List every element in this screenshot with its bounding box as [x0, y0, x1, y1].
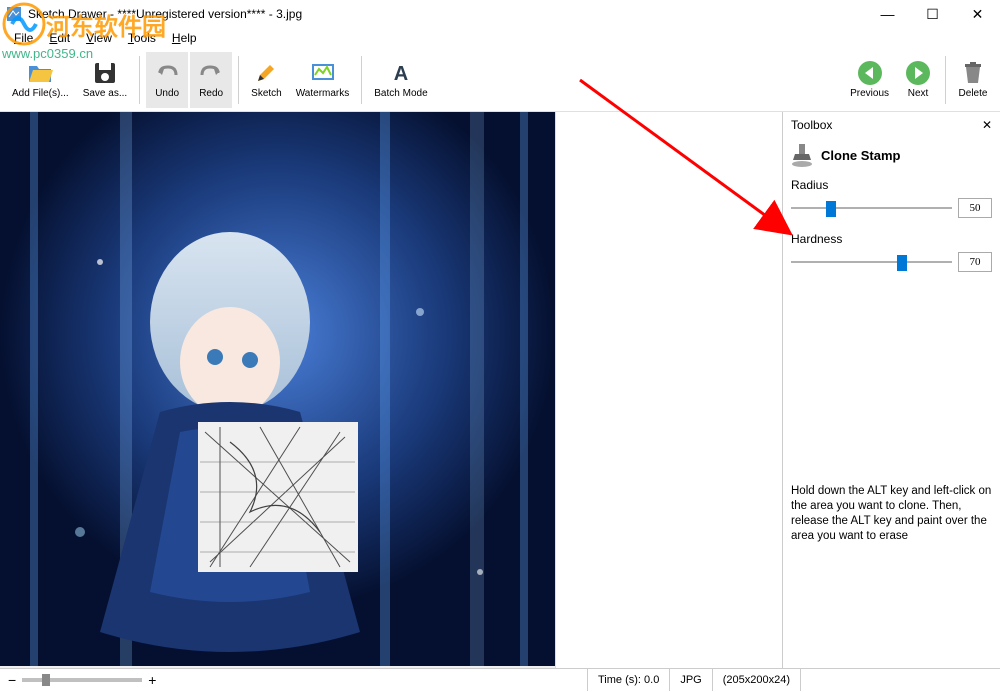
save-as-button[interactable]: Save as...: [77, 52, 133, 108]
toolbar: Add File(s)... Save as... Undo Redo Sket…: [0, 48, 1000, 112]
zoom-slider[interactable]: [22, 678, 142, 682]
tool-name: Clone Stamp: [821, 148, 900, 163]
title-bar: Sketch Drawer - ****Unregistered version…: [0, 0, 1000, 28]
previous-button[interactable]: Previous: [844, 52, 895, 108]
minimize-button[interactable]: —: [865, 0, 910, 28]
app-icon: [6, 6, 22, 22]
watermarks-button[interactable]: Watermarks: [290, 52, 356, 108]
sketch-button[interactable]: Sketch: [245, 52, 288, 108]
status-format: JPG: [669, 669, 711, 691]
undo-icon: [154, 60, 180, 86]
menu-edit[interactable]: Edit: [43, 29, 76, 47]
menu-bar: File Edit View Tools Help: [0, 28, 1000, 48]
toolbox-close-button[interactable]: ✕: [982, 118, 992, 132]
zoom-in-button[interactable]: +: [148, 672, 156, 688]
tool-help-text: Hold down the ALT key and left-click on …: [791, 484, 992, 544]
status-time: Time (s): 0.0: [587, 669, 669, 691]
status-dimensions: (205x200x24): [712, 669, 800, 691]
canvas-empty-area: [555, 112, 782, 668]
menu-help[interactable]: Help: [166, 29, 203, 47]
menu-tools[interactable]: Tools: [122, 29, 162, 47]
close-button[interactable]: ✕: [955, 0, 1000, 28]
redo-button[interactable]: Redo: [190, 52, 232, 108]
toolbox-title: Toolbox: [791, 118, 832, 132]
text-icon: A: [388, 60, 414, 86]
watermark-icon: [310, 60, 336, 86]
status-empty: [800, 669, 1000, 691]
batch-mode-button[interactable]: A Batch Mode: [368, 52, 433, 108]
folder-open-icon: [27, 60, 53, 86]
pencil-icon: [253, 60, 279, 86]
zoom-out-button[interactable]: −: [8, 672, 16, 688]
arrow-left-icon: [857, 60, 883, 86]
radius-value[interactable]: 50: [958, 198, 992, 218]
hardness-label: Hardness: [791, 232, 992, 246]
window-title: Sketch Drawer - ****Unregistered version…: [28, 7, 865, 21]
next-button[interactable]: Next: [897, 52, 939, 108]
svg-text:A: A: [394, 63, 408, 84]
arrow-right-icon: [905, 60, 931, 86]
canvas-area[interactable]: [0, 112, 782, 668]
menu-file[interactable]: File: [8, 29, 39, 47]
radius-label: Radius: [791, 178, 992, 192]
delete-button[interactable]: Delete: [952, 52, 994, 108]
radius-slider[interactable]: [791, 199, 952, 217]
menu-view[interactable]: View: [80, 29, 118, 47]
trash-icon: [960, 60, 986, 86]
clone-stamp-icon: [791, 142, 813, 168]
status-bar: − + Time (s): 0.0 JPG (205x200x24): [0, 668, 1000, 690]
hardness-slider[interactable]: [791, 253, 952, 271]
toolbox-panel: Toolbox ✕ Clone Stamp Radius 50 Hardness: [782, 112, 1000, 668]
hardness-value[interactable]: 70: [958, 252, 992, 272]
canvas-image[interactable]: [0, 112, 555, 666]
maximize-button[interactable]: ☐: [910, 0, 955, 28]
undo-button[interactable]: Undo: [146, 52, 188, 108]
redo-icon: [198, 60, 224, 86]
add-files-button[interactable]: Add File(s)...: [6, 52, 75, 108]
save-icon: [92, 60, 118, 86]
